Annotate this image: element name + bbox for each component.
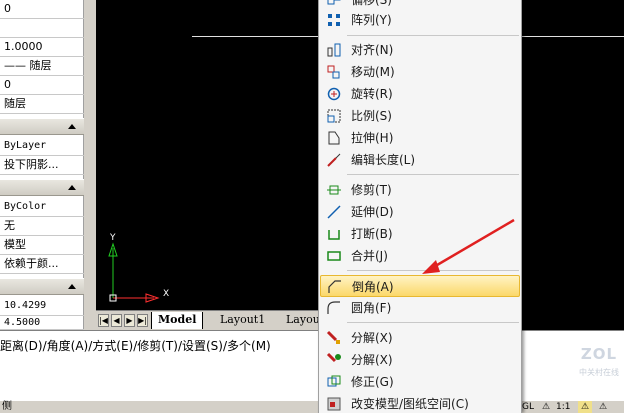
menu-item-scale[interactable]: 比例(S) — [320, 105, 520, 127]
move-icon — [327, 65, 340, 79]
prop-thickness[interactable]: 0 — [0, 76, 84, 95]
chamfer-icon — [328, 280, 341, 293]
array-icon — [328, 14, 340, 26]
command-line[interactable]: 距离(D)/角度(A)/方式(E)/修剪(T)/设置(S)/多个(M) ZOL … — [0, 330, 624, 400]
lengthen-icon — [327, 153, 341, 167]
status-gl[interactable]: GL — [522, 401, 534, 413]
palette-splitter[interactable] — [84, 0, 96, 330]
tab-model[interactable]: Model — [151, 312, 204, 329]
prop-coord-x[interactable]: 10.4299 — [0, 297, 84, 316]
section-header[interactable] — [0, 278, 84, 295]
annotation-icon[interactable]: ⚠ — [540, 401, 552, 413]
prev-tab-button[interactable]: ◀ — [111, 314, 122, 327]
menu-item-explode-2[interactable]: 分解(X) — [320, 349, 520, 371]
status-bar: 侧 GL ⚠ 1:1 ⚠ ⚠ — [0, 400, 624, 413]
annotation-visibility-icon[interactable]: ⚠ — [578, 401, 592, 413]
annotation-arrow-icon — [422, 218, 515, 274]
prop-bycolor[interactable]: ByColor — [0, 198, 84, 217]
fillet-icon — [327, 301, 340, 314]
autocad-window: { "properties": { "row_top_value": "0", … — [0, 0, 624, 413]
annotation-scale[interactable]: 1:1 — [556, 401, 570, 413]
trim-icon — [327, 185, 341, 195]
menu-item-rotate[interactable]: 旋转(R) — [320, 83, 520, 105]
section-header[interactable] — [0, 179, 84, 196]
align-icon — [327, 43, 341, 57]
prop-value[interactable]: 0 — [0, 0, 84, 19]
drawing-canvas-right[interactable] — [522, 0, 624, 330]
prop-coord-y[interactable]: 4.5000 — [0, 316, 84, 330]
join-icon — [327, 251, 341, 261]
collapse-icon — [68, 185, 76, 190]
tab-layout1[interactable]: Layout1 — [214, 312, 271, 329]
modify-context-menu: 偏移(S) 阵列(Y) 对齐(N) 移动(M) 旋转(R) 比例(S) 拉伸(H… — [318, 0, 522, 413]
scale-icon — [327, 109, 341, 123]
next-tab-button[interactable]: ▶ — [124, 314, 135, 327]
drawn-line — [522, 36, 624, 37]
menu-item-fillet[interactable]: 圆角(F) — [320, 297, 520, 319]
prop-empty[interactable] — [0, 19, 84, 38]
last-tab-button[interactable]: ▶| — [137, 314, 148, 327]
explode-add-icon — [326, 352, 341, 363]
zol-subtitle: 中关村在线 — [579, 368, 619, 377]
menu-item-trim[interactable]: 修剪(T) — [320, 179, 520, 201]
section-header[interactable] — [0, 118, 84, 135]
offset-icon — [327, 0, 341, 5]
explode-icon — [326, 330, 340, 344]
prop-lineweight[interactable]: —— 随层 — [0, 57, 84, 76]
auto-scale-icon[interactable]: ⚠ — [596, 401, 610, 413]
menu-item-change-space[interactable]: 改变模型/图纸空间(C) — [320, 393, 520, 413]
command-fragment: 侧 — [2, 401, 12, 412]
command-prompt: 距离(D)/角度(A)/方式(E)/修剪(T)/设置(S)/多个(M) — [0, 339, 271, 353]
collapse-icon — [68, 124, 76, 129]
correct-icon — [327, 375, 341, 387]
menu-item-explode[interactable]: 分解(X) — [320, 327, 520, 349]
menu-item-align[interactable]: 对齐(N) — [320, 39, 520, 61]
properties-palette: 0 1.0000 —— 随层 0 随层 ByLayer 投下阴影... ByCo… — [0, 0, 84, 330]
collapse-icon — [68, 284, 76, 289]
menu-item-stretch[interactable]: 拉伸(H) — [320, 127, 520, 149]
zol-watermark: ZOL 中关村在线 — [574, 345, 624, 401]
change-space-icon — [327, 397, 341, 411]
menu-item-move[interactable]: 移动(M) — [320, 61, 520, 83]
menu-separator — [347, 322, 519, 323]
ucs-x-label: X — [163, 289, 170, 299]
prop-linetype-scale[interactable]: 1.0000 — [0, 38, 84, 57]
menu-item-lengthen[interactable]: 编辑长度(L) — [320, 149, 520, 171]
ucs-y-label: Y — [110, 233, 116, 243]
prop-bylayer[interactable]: ByLayer — [0, 137, 84, 156]
menu-separator — [347, 35, 519, 36]
drawn-line — [192, 36, 318, 37]
extend-icon — [327, 205, 341, 219]
prop-color-dependent[interactable]: 依赖于颜... — [0, 255, 84, 274]
stretch-icon — [328, 131, 340, 145]
prop-shadow[interactable]: 投下阴影... — [0, 156, 84, 175]
menu-item-correct[interactable]: 修正(G) — [320, 371, 520, 393]
rotate-icon — [327, 87, 341, 101]
prop-model[interactable]: 模型 — [0, 236, 84, 255]
first-tab-button[interactable]: |◀ — [98, 314, 109, 327]
break-icon — [328, 230, 340, 240]
menu-item-array[interactable]: 阵列(Y) — [320, 9, 520, 31]
menu-separator — [347, 174, 519, 175]
zol-logo: ZOL — [580, 345, 618, 363]
prop-plotstyle[interactable]: 随层 — [0, 95, 84, 114]
prop-none[interactable]: 无 — [0, 217, 84, 236]
